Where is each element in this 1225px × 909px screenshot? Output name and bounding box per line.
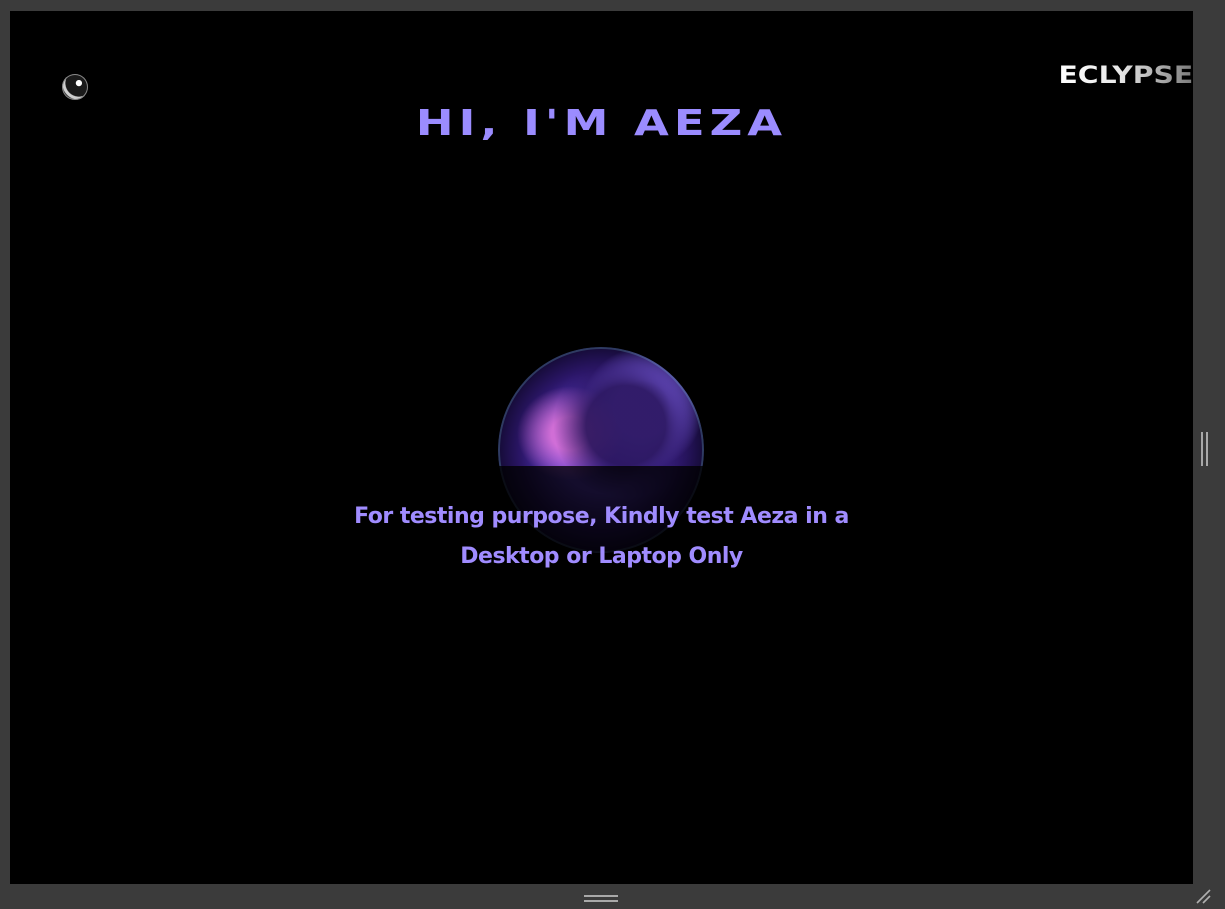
brand-logo[interactable]: ECLYPSE: [1058, 61, 1193, 89]
device-notice-line-1: For testing purpose, Kindly test Aeza in…: [354, 504, 849, 529]
side-resize-handle[interactable]: [1199, 432, 1209, 466]
page-title: HI, I'M AEZA: [415, 103, 788, 144]
device-notice-line-2: Desktop or Laptop Only: [460, 544, 743, 569]
orb-icon[interactable]: [62, 74, 88, 100]
resize-corner-icon[interactable]: [1195, 888, 1211, 904]
app-frame: ECLYPSE HI, I'M AEZA For testing purpose…: [0, 0, 1225, 909]
page-viewport: ECLYPSE HI, I'M AEZA For testing purpose…: [10, 11, 1193, 884]
bottom-resize-handle[interactable]: [584, 894, 618, 902]
device-notice: For testing purpose, Kindly test Aeza in…: [10, 497, 1193, 577]
